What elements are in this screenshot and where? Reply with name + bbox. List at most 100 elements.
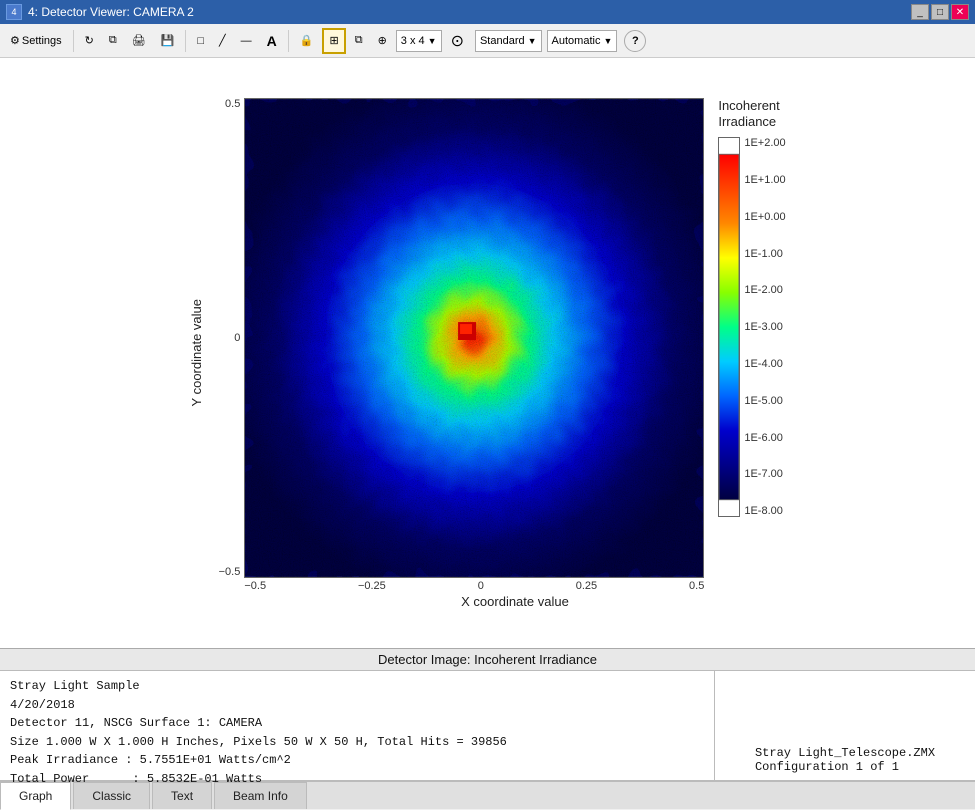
detector-info-row: Stray Light Sample 4/20/2018 Detector 11…	[0, 671, 975, 781]
info-line-5: Peak Irradiance : 5.7551E+01 Watts/cm^2	[10, 751, 704, 770]
y-axis-and-plot: 0.5 0 −0.5	[208, 98, 785, 578]
info-line-3: Detector 11, NSCG Surface 1: CAMERA	[10, 714, 704, 733]
settings-button[interactable]: ⚙ Settings	[4, 28, 68, 54]
x-tick-1: −0.25	[358, 580, 386, 592]
colorbar-gradient-svg	[718, 137, 740, 517]
automatic-dropdown[interactable]: Automatic ▼	[547, 30, 618, 52]
colorbar-title-area: Incoherent Irradiance	[718, 98, 785, 578]
heatmap-svg	[245, 99, 703, 577]
cb-tick-6: 1E-4.00	[744, 358, 785, 370]
y-tick-4: −0.5	[219, 566, 241, 578]
overlay-icon: ⊕	[378, 34, 387, 47]
title-bar: 4 4: Detector Viewer: CAMERA 2 _ □ ✕	[0, 0, 975, 24]
y-tick-2: 0	[234, 332, 240, 344]
detector-info-right: Stray Light_Telescope.ZMXConfiguration 1…	[715, 671, 975, 780]
info-line-1: Stray Light Sample	[10, 677, 704, 696]
save-button[interactable]: 💾	[155, 28, 181, 54]
colorbar-area: Incoherent Irradiance	[718, 98, 785, 578]
y-axis-ticks: 0.5 0 −0.5	[208, 98, 244, 578]
lock-button[interactable]: 🔒	[294, 28, 320, 54]
separator-3	[288, 30, 289, 52]
x-tick-2: 0	[478, 580, 484, 592]
draw-line-button[interactable]: ╱	[213, 28, 232, 54]
detector-info-left: Stray Light Sample 4/20/2018 Detector 11…	[0, 671, 715, 780]
draw-rect-icon: □	[197, 35, 204, 47]
colorbar-title: Incoherent Irradiance	[718, 98, 785, 132]
x-axis-ticks: −0.5 −0.25 0 0.25 0.5	[244, 580, 704, 592]
copy-icon: ⧉	[109, 34, 117, 47]
separator-2	[185, 30, 186, 52]
zmx-info: Stray Light_Telescope.ZMXConfiguration 1…	[755, 746, 935, 774]
heatmap[interactable]	[244, 98, 704, 578]
tab-classic[interactable]: Classic	[73, 782, 150, 809]
text-tool-icon: A	[267, 33, 277, 49]
copy2-icon: ⧉	[355, 34, 363, 47]
overlay-button[interactable]: ⊕	[372, 28, 393, 54]
grid-button[interactable]: ⊞	[322, 28, 345, 54]
refresh-icon: ↻	[85, 34, 94, 47]
cb-tick-2: 1E+0.00	[744, 211, 785, 223]
colorbar-right: 1E+2.00 1E+1.00 1E+0.00 1E-1.00 1E-2.00 …	[718, 137, 785, 517]
separator-1	[73, 30, 74, 52]
bottom-area: Detector Image: Incoherent Irradiance St…	[0, 648, 975, 809]
x-tick-4: 0.5	[689, 580, 704, 592]
cb-tick-8: 1E-6.00	[744, 432, 785, 444]
cycle-button[interactable]: ⊙	[445, 28, 470, 54]
window-icon: 4	[6, 4, 22, 20]
cb-tick-7: 1E-5.00	[744, 395, 785, 407]
grid-icon: ⊞	[329, 34, 338, 47]
help-button[interactable]: ?	[624, 30, 646, 52]
cb-tick-5: 1E-3.00	[744, 321, 785, 333]
plot-and-colorbar: Incoherent Irradiance	[244, 98, 785, 578]
plot-with-axes: Y coordinate value 0.5 0 −0.5	[189, 98, 785, 609]
x-tick-0: −0.5	[244, 580, 266, 592]
window-title: 4: Detector Viewer: CAMERA 2	[28, 5, 194, 19]
maximize-button[interactable]: □	[931, 4, 949, 20]
x-axis-label: X coordinate value	[244, 594, 785, 609]
cb-tick-3: 1E-1.00	[744, 248, 785, 260]
cb-tick-1: 1E+1.00	[744, 174, 785, 186]
copy-button[interactable]: ⧉	[103, 28, 123, 54]
window-controls: _ □ ✕	[911, 4, 969, 20]
print-button[interactable]: 🖨	[126, 28, 152, 54]
colorbar-tick-labels: 1E+2.00 1E+1.00 1E+0.00 1E-1.00 1E-2.00 …	[744, 137, 785, 517]
detector-title: Detector Image: Incoherent Irradiance	[0, 649, 975, 671]
tab-text[interactable]: Text	[152, 782, 212, 809]
cb-tick-9: 1E-7.00	[744, 468, 785, 480]
cb-tick-4: 1E-2.00	[744, 284, 785, 296]
grid-size-dropdown[interactable]: 3 x 4 ▼	[396, 30, 442, 52]
chevron-down-icon-3: ▼	[603, 36, 612, 46]
minimize-button[interactable]: _	[911, 4, 929, 20]
print-icon: 🖨	[132, 34, 146, 47]
plot-right: 0.5 0 −0.5	[208, 98, 785, 609]
refresh-button[interactable]: ↻	[79, 28, 100, 54]
settings-icon: ⚙	[10, 34, 20, 47]
save-icon: 💾	[161, 34, 175, 47]
copy2-button[interactable]: ⧉	[349, 28, 369, 54]
chevron-down-icon-2: ▼	[528, 36, 537, 46]
lock-icon: 🔒	[300, 34, 314, 47]
close-button[interactable]: ✕	[951, 4, 969, 20]
draw-hline-button[interactable]: —	[235, 28, 258, 54]
draw-hline-icon: —	[241, 35, 252, 47]
toolbar: ⚙ Settings ↻ ⧉ 🖨 💾 □ ╱ — A 🔒 ⊞ ⧉	[0, 24, 975, 58]
tab-graph[interactable]: Graph	[0, 782, 71, 810]
draw-line-icon: ╱	[219, 34, 226, 47]
cb-tick-10: 1E-8.00	[744, 505, 785, 517]
main-content: Y coordinate value 0.5 0 −0.5	[0, 58, 975, 809]
y-tick-0: 0.5	[225, 98, 240, 110]
info-line-4: Size 1.000 W X 1.000 H Inches, Pixels 50…	[10, 733, 704, 752]
help-icon: ?	[632, 35, 639, 47]
text-tool-button[interactable]: A	[261, 28, 283, 54]
tab-beam-info[interactable]: Beam Info	[214, 782, 307, 809]
cycle-icon: ⊙	[451, 31, 464, 51]
plot-container: Y coordinate value 0.5 0 −0.5	[189, 98, 785, 609]
info-line-2: 4/20/2018	[10, 696, 704, 715]
x-tick-3: 0.25	[576, 580, 597, 592]
chart-area: Y coordinate value 0.5 0 −0.5	[0, 58, 975, 648]
standard-dropdown[interactable]: Standard ▼	[475, 30, 542, 52]
cb-tick-0: 1E+2.00	[744, 137, 785, 149]
draw-rect-button[interactable]: □	[191, 28, 210, 54]
chevron-down-icon: ▼	[428, 36, 437, 46]
y-axis-label: Y coordinate value	[189, 299, 204, 406]
